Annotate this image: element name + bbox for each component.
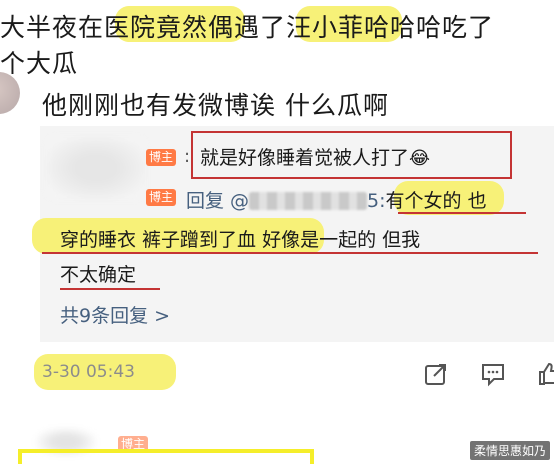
laughing-emoji-icon: 😂 — [409, 148, 431, 169]
post-line-2: 个大瓜 — [0, 49, 79, 78]
comment-text: 就是好像睡着觉被人打了😂 — [200, 143, 430, 170]
comment-icon-svg — [482, 364, 504, 387]
reply-prefix: 回复 @ — [186, 190, 250, 212]
post-line-3: 他刚刚也有发微博诶 什么瓜啊 — [42, 91, 389, 120]
author-badge: 博主 — [146, 149, 177, 166]
comment-text-content: 就是好像睡着觉被人打了 — [200, 147, 410, 169]
underline-1 — [398, 212, 526, 214]
underline-2 — [42, 252, 538, 254]
more-replies-link[interactable]: 共9条回复 > — [60, 301, 170, 328]
share-icon[interactable] — [423, 361, 449, 387]
reply-part-2: 穿的睡衣 裤子蹭到了血 — [60, 229, 257, 251]
reply-part-3: 好像是一起的 但我 — [256, 229, 421, 251]
reply-part-4: 不太确定 — [60, 264, 137, 286]
reply-line-1: 回复 @ 5:有个女的 也 — [186, 186, 487, 213]
like-icon[interactable] — [536, 361, 554, 387]
comment-timestamp: 3-30 05:43 — [42, 362, 135, 382]
underline-3 — [60, 288, 160, 290]
blurred-avatar — [46, 136, 146, 200]
watermark: 柔情思惠如乃 — [469, 441, 550, 460]
reply-name-suffix: 5: — [367, 190, 386, 212]
blurred-username — [249, 192, 368, 210]
comment-icon[interactable] — [480, 361, 506, 387]
colon-separator: : — [184, 146, 191, 167]
reply-part-1: 有个女的 也 — [385, 190, 487, 212]
reply-line-3: 不太确定 — [60, 260, 136, 287]
next-comment-highlight-box — [18, 449, 314, 464]
like-icon-svg — [539, 362, 554, 385]
share-icon-svg — [425, 364, 446, 385]
reply-line-2: 穿的睡衣 裤子蹭到了血 好像是一起的 但我 — [60, 225, 420, 252]
author-badge-reply: 博主 — [146, 189, 177, 206]
post-line-1: 大半夜在医院竟然偶遇了汪小菲哈哈哈吃了 — [0, 13, 495, 42]
